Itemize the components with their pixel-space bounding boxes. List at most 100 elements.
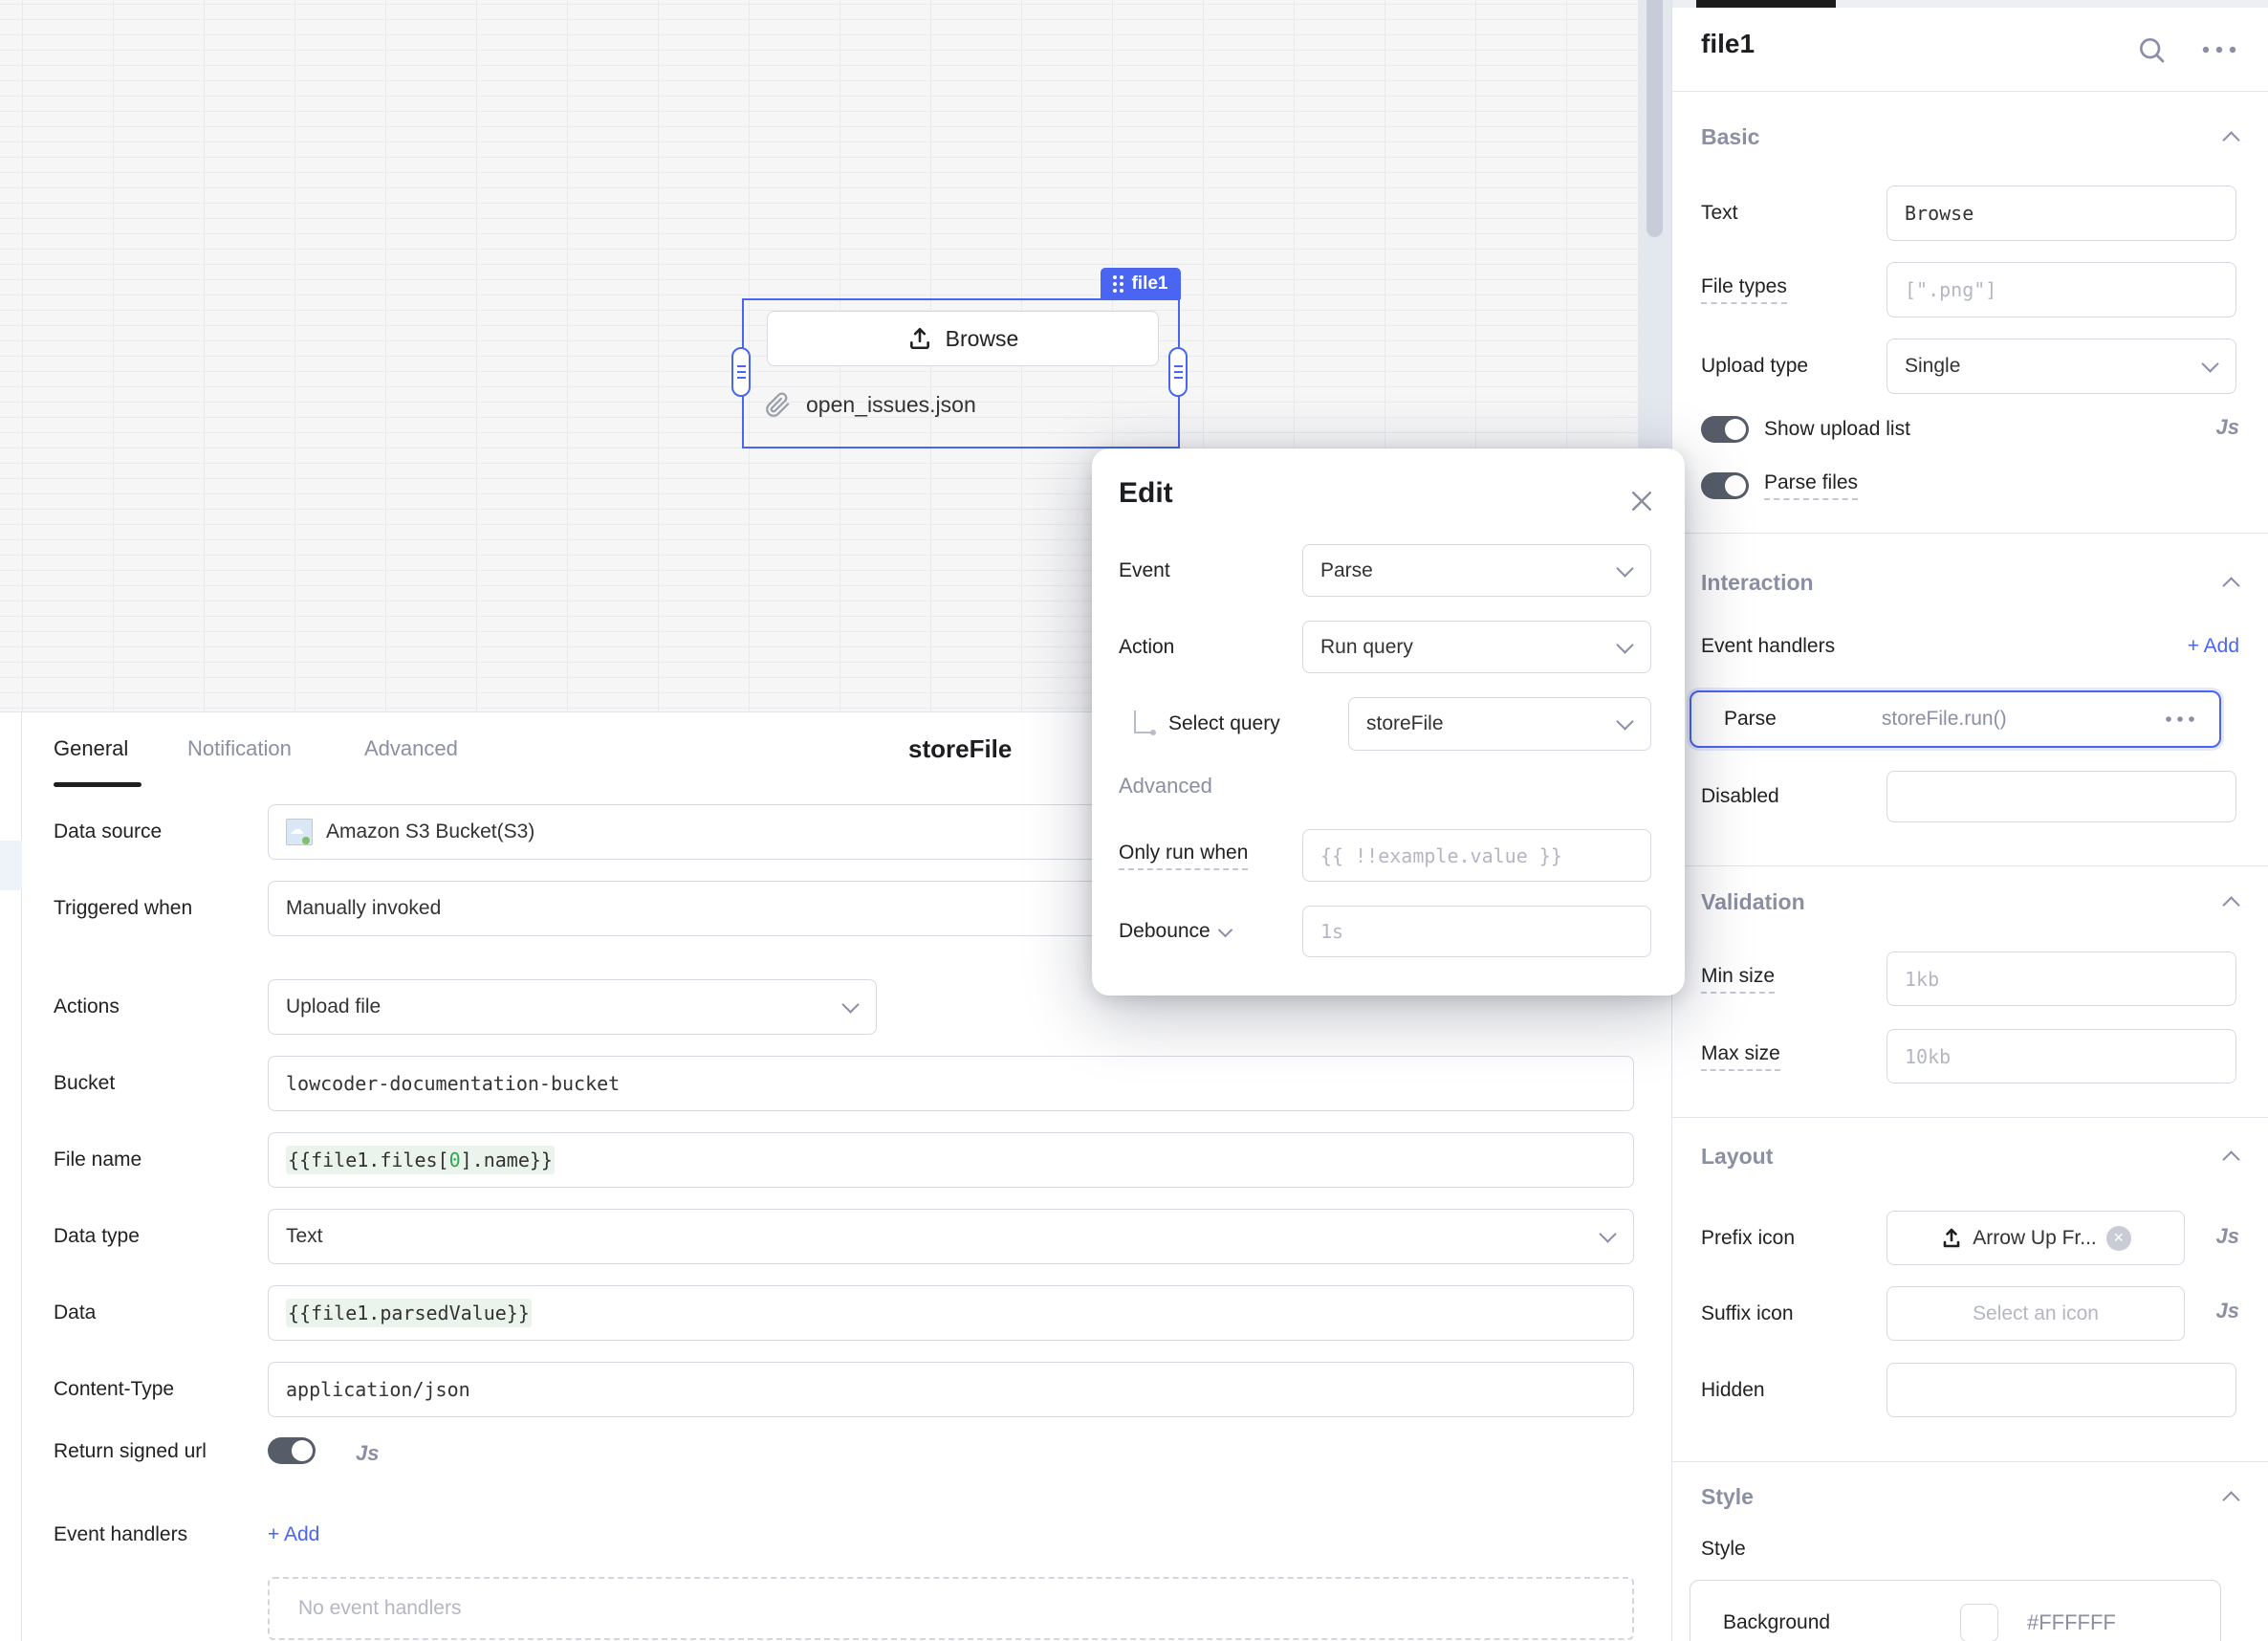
chevron-up-icon[interactable] xyxy=(2222,1491,2239,1508)
chevron-up-icon[interactable] xyxy=(2222,131,2239,148)
close-icon[interactable] xyxy=(1627,487,1656,515)
hidden-input[interactable] xyxy=(1886,1363,2236,1417)
component-tag[interactable]: file1 xyxy=(1101,268,1181,299)
add-event-handler-button[interactable]: + Add xyxy=(268,1516,319,1554)
data-type-value: Text xyxy=(286,1225,323,1248)
suffix-icon-label: Suffix icon xyxy=(1701,1286,1794,1341)
divider xyxy=(1672,533,2268,534)
select-query-value: storeFile xyxy=(1366,712,1444,735)
select-query-select[interactable]: storeFile xyxy=(1348,697,1651,751)
js-icon[interactable]: Js xyxy=(2216,415,2239,440)
disabled-input[interactable] xyxy=(1886,771,2236,822)
ellipsis-icon[interactable] xyxy=(2200,42,2238,57)
event-select[interactable]: Parse xyxy=(1302,544,1651,597)
divider xyxy=(1672,1117,2268,1118)
uploaded-file-name: open_issues.json xyxy=(806,392,976,418)
search-icon[interactable] xyxy=(2136,34,2167,65)
upload-type-label: Upload type xyxy=(1701,339,1808,394)
data-source-label: Data source xyxy=(54,804,162,860)
component-selection-outline[interactable]: Browse open_issues.json xyxy=(742,298,1180,449)
s3-datasource-icon: ☁ xyxy=(286,819,313,845)
active-tab-indicator xyxy=(54,782,142,787)
return-signed-url-toggle[interactable] xyxy=(268,1437,316,1464)
debounce-input[interactable]: 1s xyxy=(1302,906,1651,957)
return-signed-url-label: Return signed url xyxy=(54,1424,207,1479)
event-value: Parse xyxy=(1320,559,1373,582)
data-type-select[interactable]: Text xyxy=(268,1209,1634,1264)
drag-handle-icon[interactable] xyxy=(1113,275,1123,293)
action-value: Run query xyxy=(1320,636,1413,659)
content-type-input[interactable]: application/json xyxy=(268,1362,1634,1417)
section-basic-header[interactable]: Basic xyxy=(1701,124,1759,150)
data-type-label: Data type xyxy=(54,1209,140,1264)
file-name-input[interactable]: {{file1.files[0].name}} xyxy=(268,1132,1634,1188)
resize-handle-right[interactable] xyxy=(1168,347,1188,397)
advanced-section-label[interactable]: Advanced xyxy=(1119,774,1212,799)
action-select[interactable]: Run query xyxy=(1302,621,1651,673)
modal-title: Edit xyxy=(1119,477,1173,510)
upload-type-select[interactable]: Single xyxy=(1886,339,2236,394)
section-layout-header[interactable]: Layout xyxy=(1701,1144,1773,1170)
event-handler-row[interactable]: Parse storeFile.run() xyxy=(1690,690,2221,748)
component-name-title: file1 xyxy=(1701,29,1755,59)
actions-label: Actions xyxy=(54,979,120,1035)
file-types-label: File types xyxy=(1701,262,1787,317)
background-color-swatch[interactable] xyxy=(1960,1604,1998,1641)
handler-event: Parse xyxy=(1724,708,1777,731)
show-upload-list-toggle[interactable] xyxy=(1701,416,1749,443)
min-size-label: Min size xyxy=(1701,952,1775,1006)
browse-button-label: Browse xyxy=(946,326,1019,352)
js-icon[interactable]: Js xyxy=(356,1441,379,1466)
js-icon[interactable]: Js xyxy=(2216,1224,2239,1249)
no-event-handlers-box: No event handlers xyxy=(268,1577,1634,1640)
tab-general[interactable]: General xyxy=(54,732,128,766)
handler-action: storeFile.run() xyxy=(1882,708,2007,731)
section-style-header[interactable]: Style xyxy=(1701,1484,1754,1510)
text-input[interactable]: Browse xyxy=(1886,186,2236,241)
data-label: Data xyxy=(54,1285,96,1341)
debounce-label[interactable]: Debounce xyxy=(1119,906,1231,957)
suffix-icon-button[interactable]: Select an icon xyxy=(1886,1286,2185,1341)
app-builder: file1 Browse open_issues.json xyxy=(0,0,2268,1641)
show-upload-list-label: Show upload list xyxy=(1764,414,1910,445)
background-hex-value[interactable]: #FFFFFF xyxy=(2027,1610,2116,1635)
panel-tab-strip[interactable] xyxy=(1672,0,2268,8)
prefix-icon-button[interactable]: Arrow Up Fr... ✕ xyxy=(1886,1211,2185,1265)
uploaded-file-item[interactable]: open_issues.json xyxy=(765,392,976,418)
section-validation-header[interactable]: Validation xyxy=(1701,889,1805,915)
resize-handle-left[interactable] xyxy=(731,347,751,397)
chevron-up-icon[interactable] xyxy=(2222,577,2239,594)
query-list-strip xyxy=(0,712,22,1641)
ellipsis-icon[interactable] xyxy=(2164,713,2196,725)
data-input[interactable]: {{file1.parsedValue}} xyxy=(268,1285,1634,1341)
add-event-handler-button[interactable]: + Add xyxy=(2188,627,2239,666)
actions-select[interactable]: Upload file xyxy=(268,979,877,1035)
min-size-input[interactable]: 1kb xyxy=(1886,952,2236,1006)
bucket-value: lowcoder-documentation-bucket xyxy=(286,1072,620,1095)
canvas-scrollbar-thumb[interactable] xyxy=(1646,0,1663,237)
query-list-selected-row[interactable] xyxy=(0,841,22,890)
chevron-up-icon[interactable] xyxy=(2222,896,2239,913)
chevron-up-icon[interactable] xyxy=(2222,1150,2239,1168)
max-size-input[interactable]: 10kb xyxy=(1886,1029,2236,1083)
remove-icon[interactable]: ✕ xyxy=(2106,1226,2131,1251)
paperclip-icon xyxy=(765,392,791,418)
js-icon[interactable]: Js xyxy=(2216,1299,2239,1324)
hidden-label: Hidden xyxy=(1701,1363,1765,1417)
chevron-down-icon xyxy=(1616,559,1633,577)
file-name-expression: {{file1.files[0].name}} xyxy=(286,1146,555,1174)
tab-notification[interactable]: Notification xyxy=(187,732,292,766)
style-background-row[interactable]: Background #FFFFFF xyxy=(1690,1580,2221,1641)
action-label: Action xyxy=(1119,621,1174,673)
parse-files-toggle[interactable] xyxy=(1701,472,1749,499)
file-types-input[interactable]: [".png"] xyxy=(1886,262,2236,317)
min-size-placeholder: 1kb xyxy=(1905,968,1939,991)
tab-advanced[interactable]: Advanced xyxy=(364,732,458,766)
file-name-label: File name xyxy=(54,1132,142,1188)
edit-event-handler-modal: Edit Event Parse Action Run query Select… xyxy=(1092,449,1685,996)
suffix-icon-placeholder: Select an icon xyxy=(1973,1302,2099,1325)
section-interaction-header[interactable]: Interaction xyxy=(1701,570,1814,596)
only-run-when-input[interactable]: {{ !!example.value }} xyxy=(1302,829,1651,882)
bucket-input[interactable]: lowcoder-documentation-bucket xyxy=(268,1056,1634,1111)
browse-button[interactable]: Browse xyxy=(767,311,1159,366)
